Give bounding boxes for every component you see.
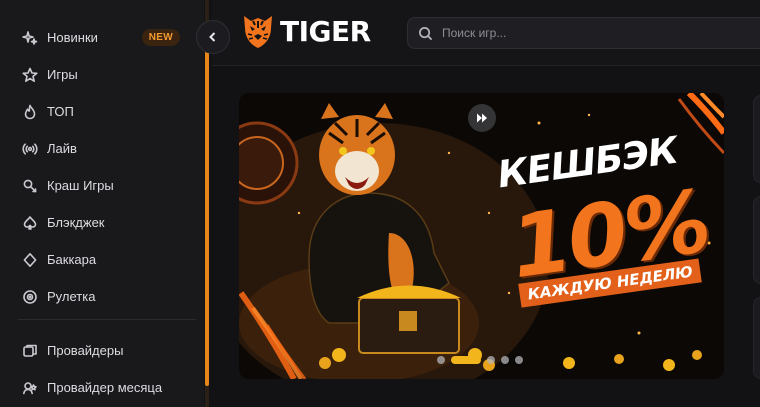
side-promo-card[interactable] xyxy=(753,196,760,284)
provider-month-icon xyxy=(22,380,38,396)
sidebar-item-label: Баккара xyxy=(47,252,97,267)
sidebar-item-label: Блэкджек xyxy=(47,215,105,230)
side-promo-card[interactable] xyxy=(753,297,760,379)
sidebar-nav-secondary: Провайдеры Провайдер месяца xyxy=(0,332,204,406)
sidebar-item-label: Рулетка xyxy=(47,289,96,304)
collapse-sidebar-button[interactable] xyxy=(196,20,230,54)
sidebar-nav: Новинки NEW Игры ТОП Лайв Краш Игры Блэк… xyxy=(0,19,204,315)
skip-forward-icon xyxy=(477,113,487,123)
chevron-left-icon xyxy=(209,32,216,42)
star-icon xyxy=(22,67,38,83)
spade-icon xyxy=(22,215,38,231)
flame-icon xyxy=(22,104,38,120)
sidebar-item-providers[interactable]: Провайдеры xyxy=(0,332,204,369)
sidebar-item-new[interactable]: Новинки NEW xyxy=(0,19,204,56)
sidebar-item-baccarat[interactable]: Баккара xyxy=(0,241,204,278)
sidebar-item-label: Новинки xyxy=(47,30,98,45)
promo-banner[interactable]: КЕШБЭК 10% КАЖДУЮ НЕДЕЛЮ xyxy=(239,93,724,379)
autoplay-button[interactable] xyxy=(468,104,496,132)
broadcast-icon xyxy=(22,141,38,157)
rocket-icon xyxy=(22,178,38,194)
sidebar-item-label: ТОП xyxy=(47,104,74,119)
search-icon xyxy=(419,26,433,40)
sidebar-scrollbar-thumb[interactable] xyxy=(205,46,209,386)
logo[interactable]: TIGER xyxy=(240,12,371,50)
sidebar-item-label: Провайдеры xyxy=(47,343,124,358)
search-bar xyxy=(407,17,760,49)
sidebar-item-provider-of-month[interactable]: Провайдер месяца xyxy=(0,369,204,406)
carousel-dot[interactable] xyxy=(501,356,509,364)
diamond-icon xyxy=(22,252,38,268)
top-header: TIGER xyxy=(212,0,760,66)
sparkles-icon xyxy=(22,30,38,46)
sidebar-item-label: Краш Игры xyxy=(47,178,114,193)
sidebar-item-top[interactable]: ТОП xyxy=(0,93,204,130)
sidebar-item-crash-games[interactable]: Краш Игры xyxy=(0,167,204,204)
carousel-dot[interactable] xyxy=(487,356,495,364)
carousel-dot-active[interactable] xyxy=(451,356,481,364)
sidebar-item-blackjack[interactable]: Блэкджек xyxy=(0,204,204,241)
carousel-dot[interactable] xyxy=(515,356,523,364)
sidebar-item-label: Лайв xyxy=(47,141,77,156)
new-badge: NEW xyxy=(141,29,180,46)
roulette-icon xyxy=(22,289,38,305)
providers-icon xyxy=(22,343,38,359)
sidebar-divider xyxy=(18,319,196,320)
sidebar-item-roulette[interactable]: Рулетка xyxy=(0,278,204,315)
tiger-logo-icon xyxy=(244,16,272,48)
sidebar: Новинки NEW Игры ТОП Лайв Краш Игры Блэк… xyxy=(0,0,204,407)
sidebar-item-live[interactable]: Лайв xyxy=(0,130,204,167)
sidebar-item-label: Игры xyxy=(47,67,78,82)
side-promo-card[interactable] xyxy=(753,95,760,183)
carousel-dot[interactable] xyxy=(437,356,445,364)
carousel-dots xyxy=(437,356,523,364)
search-input[interactable] xyxy=(442,26,742,40)
sidebar-item-label: Провайдер месяца xyxy=(47,380,163,395)
brand-name: TIGER xyxy=(280,14,371,48)
sidebar-item-games[interactable]: Игры xyxy=(0,56,204,93)
